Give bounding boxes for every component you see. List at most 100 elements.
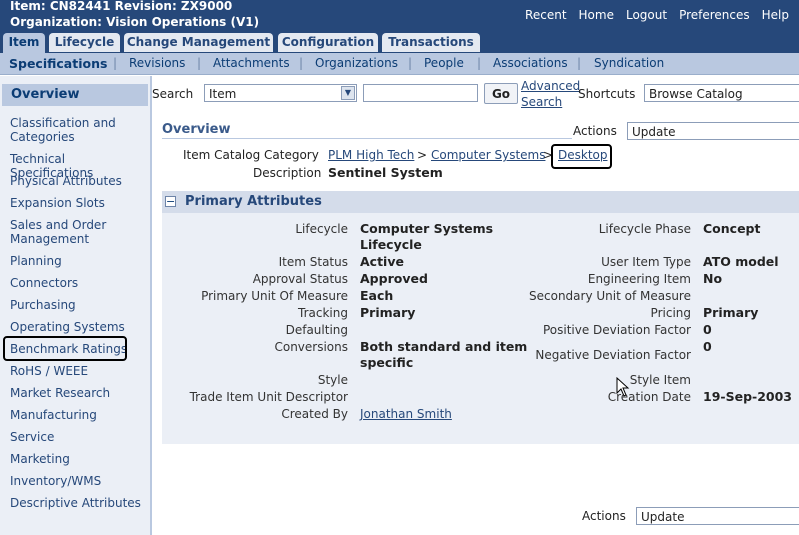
lifecycle-phase-label: Lifecycle Phase: [598, 222, 691, 236]
catalog-path-separator: >: [417, 148, 428, 162]
conversions-value: Both standard and item specific: [360, 339, 528, 370]
actions-label: Actions: [573, 124, 617, 138]
subtab-people[interactable]: People: [424, 56, 464, 70]
subtab-separator: |: [477, 56, 482, 70]
trade-item-unit-descriptor-label: Trade Item Unit Descriptor: [189, 390, 348, 404]
subtab-separator: |: [408, 56, 413, 70]
tab-change-management[interactable]: Change Management: [124, 33, 273, 52]
subtab-separator: |: [113, 56, 118, 70]
user-item-type-label: User Item Type: [601, 255, 691, 269]
advanced-search-link-line1[interactable]: Advanced: [521, 79, 580, 93]
primary-uom-label: Primary Unit Of Measure: [201, 289, 348, 303]
benchmark-ratings-highlight: [3, 336, 127, 361]
lifecycle-label: Lifecycle: [295, 222, 348, 236]
sidebar-item-planning[interactable]: Planning: [10, 254, 148, 268]
secondary-uom-label: Secondary Unit of Measure: [529, 289, 691, 303]
search-scope-value: Item: [209, 87, 237, 101]
global-links: Recent Home Logout Preferences Help: [525, 8, 789, 22]
sidebar-item-inventory-wms[interactable]: Inventory/WMS: [10, 474, 148, 488]
actions-value: Update: [632, 125, 676, 139]
positive-deviation-label: Positive Deviation Factor: [542, 323, 691, 337]
tab-transactions[interactable]: Transactions: [382, 33, 480, 52]
subtab-attachments[interactable]: Attachments: [213, 56, 290, 70]
footer-actions-select[interactable]: Update: [636, 507, 799, 525]
sidebar-item-classification[interactable]: Classification and Categories: [10, 116, 148, 144]
tab-configuration[interactable]: Configuration: [278, 33, 378, 52]
home-link[interactable]: Home: [579, 8, 614, 22]
preferences-link[interactable]: Preferences: [679, 8, 750, 22]
search-label: Search: [152, 87, 194, 101]
sidebar-item-service[interactable]: Service: [10, 430, 148, 444]
primary-uom-value: Each: [360, 288, 394, 303]
sidebar-item-physical-attributes[interactable]: Physical Attributes: [10, 174, 148, 188]
approval-status-label: Approval Status: [252, 272, 348, 286]
item-status-value: Active: [360, 254, 404, 269]
global-header: Item: CN82441 Revision: ZX9000 Organizat…: [0, 0, 799, 32]
conversions-label: Conversions: [274, 340, 348, 354]
creation-date-value: 19-Sep-2003 2: [703, 389, 797, 404]
catalog-link-computer-systems[interactable]: Computer Systems: [431, 148, 545, 162]
tracking-label: Tracking: [298, 306, 348, 320]
search-scope-select[interactable]: Item ▼: [204, 84, 357, 102]
sidebar-item-operating-systems[interactable]: Operating Systems: [10, 320, 148, 334]
actions-select[interactable]: Update: [627, 122, 799, 140]
shortcuts-select[interactable]: Browse Catalog: [644, 84, 799, 102]
shortcuts-value: Browse Catalog: [649, 87, 743, 101]
chevron-down-icon[interactable]: ▼: [341, 86, 355, 100]
subtab-separator: |: [197, 56, 202, 70]
lifecycle-value: Computer Systems Lifecycle: [360, 221, 494, 252]
logout-link[interactable]: Logout: [626, 8, 667, 22]
primary-attributes-header[interactable]: − Primary Attributes: [162, 191, 799, 213]
search-input[interactable]: [363, 84, 478, 102]
organization-title: Organization: Vision Operations (V1): [10, 15, 260, 29]
help-link[interactable]: Help: [762, 8, 789, 22]
sidebar-item-connectors[interactable]: Connectors: [10, 276, 148, 290]
recent-link[interactable]: Recent: [525, 8, 566, 22]
footer-actions-label: Actions: [582, 509, 626, 523]
go-button[interactable]: Go: [484, 83, 518, 104]
subtab-syndication[interactable]: Syndication: [594, 56, 664, 70]
sidebar-title-label: Overview: [11, 87, 80, 102]
subtab-separator: |: [577, 56, 582, 70]
subtab-associations[interactable]: Associations: [493, 56, 568, 70]
approval-status-value: Approved: [360, 271, 428, 286]
sidebar-item-purchasing[interactable]: Purchasing: [10, 298, 148, 312]
advanced-search-link-line2[interactable]: Search: [521, 95, 562, 109]
item-revision-title: Item: CN82441 Revision: ZX9000: [10, 0, 233, 13]
sidebar-item-expansion-slots[interactable]: Expansion Slots: [10, 196, 148, 210]
item-catalog-category-label: Item Catalog Category: [183, 148, 319, 162]
shortcuts-label: Shortcuts: [578, 87, 636, 101]
tracking-value: Primary: [360, 305, 416, 320]
lifecycle-phase-value: Concept: [703, 221, 761, 236]
mouse-cursor-icon: [616, 377, 630, 397]
description-label: Description: [253, 166, 322, 180]
tab-item[interactable]: Item: [3, 33, 45, 53]
created-by-link[interactable]: Jonathan Smith: [360, 407, 452, 421]
description-value: Sentinel System: [328, 165, 443, 180]
negative-deviation-value: 0: [703, 339, 712, 354]
sidebar-item-sales-order-management[interactable]: Sales and Order Management: [10, 218, 148, 246]
sidebar-item-manufacturing[interactable]: Manufacturing: [10, 408, 148, 422]
engineering-item-label: Engineering Item: [587, 272, 691, 286]
main-tabs: Item Lifecycle Change Management Configu…: [0, 32, 799, 53]
subtab-specifications[interactable]: Specifications: [9, 56, 107, 71]
collapse-icon[interactable]: −: [165, 196, 176, 207]
sidebar: Overview Classification and Categories T…: [0, 76, 152, 535]
positive-deviation-value: 0: [703, 322, 712, 337]
subtab-organizations[interactable]: Organizations: [315, 56, 398, 70]
pricing-value: Primary: [703, 305, 759, 320]
sidebar-item-marketing[interactable]: Marketing: [10, 452, 148, 466]
tab-lifecycle[interactable]: Lifecycle: [49, 33, 120, 52]
subtab-revisions[interactable]: Revisions: [129, 56, 185, 70]
overview-title: Overview: [162, 122, 231, 137]
pricing-label: Pricing: [650, 306, 691, 320]
sidebar-item-descriptive-attributes[interactable]: Descriptive Attributes: [10, 496, 148, 510]
engineering-item-value: No: [703, 271, 723, 286]
sidebar-title[interactable]: Overview: [2, 84, 148, 106]
defaulting-label: Defaulting: [285, 323, 348, 337]
subtab-bar: Specifications | Revisions | Attachments…: [0, 53, 799, 75]
user-item-type-value: ATO model: [703, 254, 779, 269]
catalog-link-plm-high-tech[interactable]: PLM High Tech: [328, 148, 414, 162]
sidebar-item-market-research[interactable]: Market Research: [10, 386, 148, 400]
sidebar-item-rohs-weee[interactable]: RoHS / WEEE: [10, 364, 148, 378]
